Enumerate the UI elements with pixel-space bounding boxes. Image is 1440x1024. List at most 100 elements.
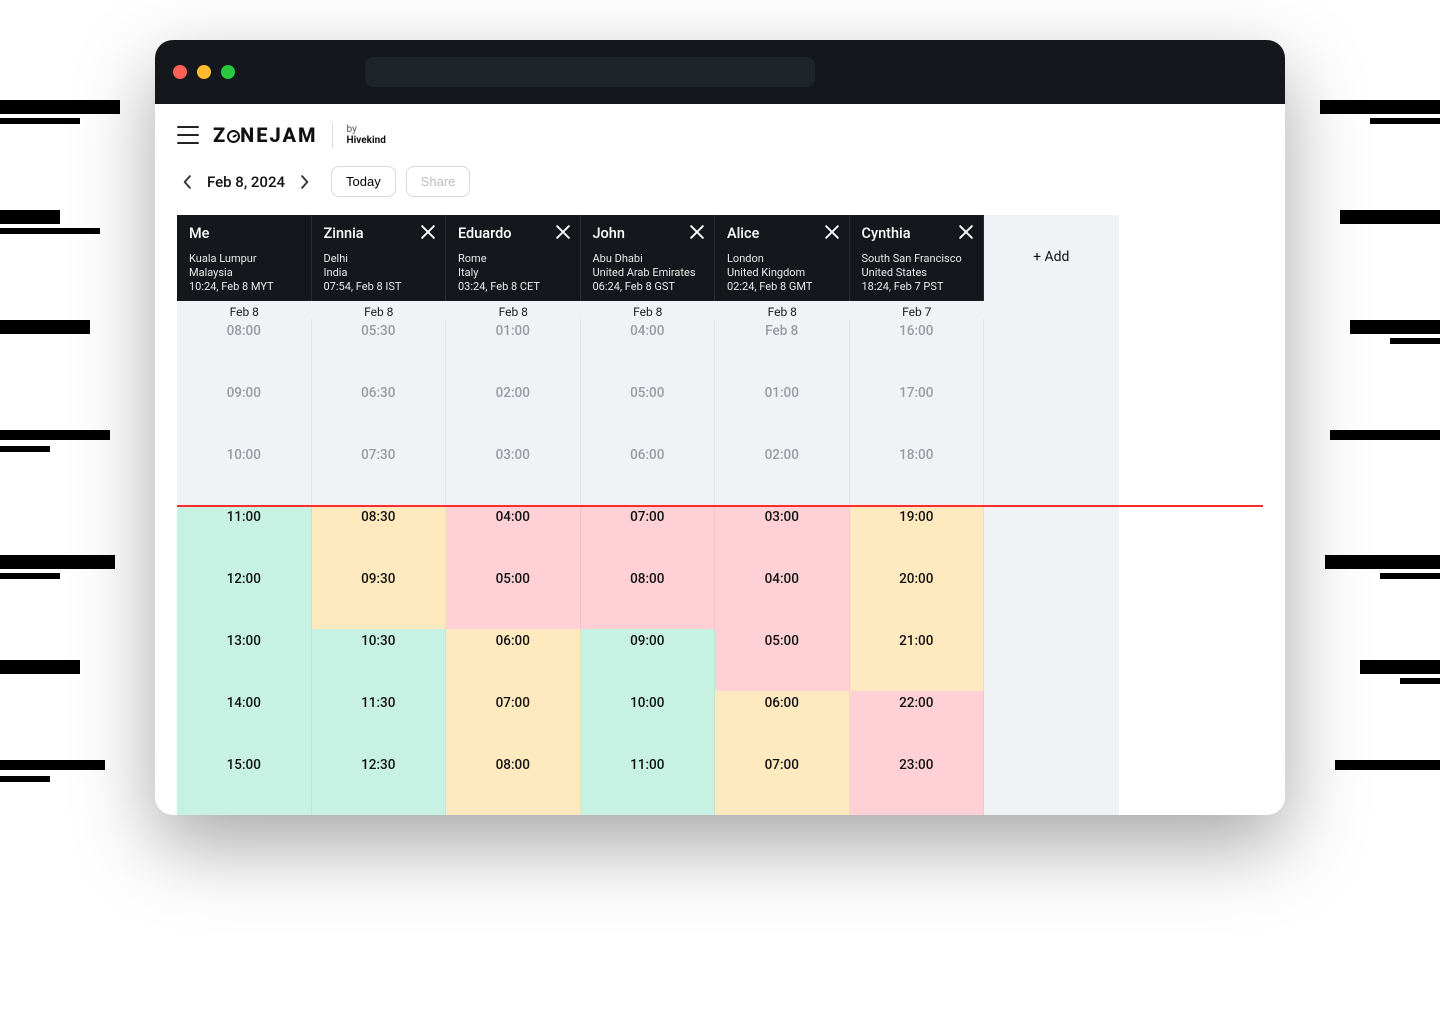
column-timestamp: 18:24, Feb 7 PST bbox=[862, 280, 972, 293]
app-bar: ZNEJAM by Hivekind bbox=[155, 104, 1285, 158]
time-slot[interactable]: 06:00 bbox=[581, 443, 716, 505]
time-slot[interactable]: Feb 8 bbox=[715, 319, 850, 381]
column-name: Eduardo bbox=[458, 225, 568, 242]
time-slot[interactable]: 22:00 bbox=[850, 691, 985, 753]
column-header: EduardoRomeItaly03:24, Feb 8 CET bbox=[446, 215, 581, 301]
time-slot[interactable]: 03:00 bbox=[446, 443, 581, 505]
column-slots: Feb 801:0002:0003:0004:0005:0006:0007:00 bbox=[715, 319, 850, 815]
time-slot[interactable]: 08:00 bbox=[581, 567, 716, 629]
time-slot[interactable]: 10:00 bbox=[581, 691, 716, 753]
time-slot[interactable]: 01:00 bbox=[715, 381, 850, 443]
time-slot[interactable]: 21:00 bbox=[850, 629, 985, 691]
column-city: Kuala Lumpur bbox=[189, 252, 299, 265]
time-slot[interactable]: 01:00 bbox=[446, 319, 581, 381]
next-day-button[interactable] bbox=[295, 172, 315, 192]
time-slot[interactable]: 09:30 bbox=[312, 567, 447, 629]
column-timestamp: 03:24, Feb 8 CET bbox=[458, 280, 568, 293]
column-country: United Kingdom bbox=[727, 266, 837, 279]
time-slot[interactable]: 02:00 bbox=[715, 443, 850, 505]
time-slot[interactable]: 11:00 bbox=[581, 753, 716, 815]
column-header: JohnAbu DhabiUnited Arab Emirates06:24, … bbox=[581, 215, 716, 301]
column-slots: 01:0002:0003:0004:0005:0006:0007:0008:00 bbox=[446, 319, 581, 815]
prev-day-button[interactable] bbox=[177, 172, 197, 192]
column-name: Alice bbox=[727, 225, 837, 242]
brand-text-b: NEJAM bbox=[240, 123, 317, 147]
column-header: Me Kuala LumpurMalaysia10:24, Feb 8 MYT bbox=[177, 215, 312, 301]
column-header: ZinniaDelhiIndia07:54, Feb 8 IST bbox=[312, 215, 447, 301]
window-minimize-dot[interactable] bbox=[197, 65, 211, 79]
time-slot[interactable]: 08:00 bbox=[177, 319, 312, 381]
column-name: Cynthia bbox=[862, 225, 972, 242]
time-slot[interactable]: 23:00 bbox=[850, 753, 985, 815]
timezone-column: MeKuala LumpurMalaysia10:24, Feb 8 MYTFe… bbox=[177, 215, 312, 815]
column-header: CynthiaSouth San FranciscoUnited States1… bbox=[850, 215, 985, 301]
column-country: United Arab Emirates bbox=[593, 266, 703, 279]
close-icon[interactable] bbox=[690, 224, 704, 238]
time-slot[interactable]: 12:30 bbox=[312, 753, 447, 815]
add-column: + Add bbox=[984, 215, 1119, 815]
chevron-right-icon bbox=[300, 175, 310, 189]
time-slot[interactable]: 10:30 bbox=[312, 629, 447, 691]
column-country: Malaysia bbox=[189, 266, 299, 279]
time-slot[interactable]: 08:00 bbox=[446, 753, 581, 815]
time-slot[interactable]: 11:00 bbox=[177, 505, 312, 567]
close-icon[interactable] bbox=[959, 224, 973, 238]
column-slots: 04:0005:0006:0007:0008:0009:0010:0011:00 bbox=[581, 319, 716, 815]
window-close-dot[interactable] bbox=[173, 65, 187, 79]
chevron-left-icon bbox=[182, 175, 192, 189]
add-timezone-button[interactable]: + Add bbox=[1033, 249, 1069, 265]
hamburger-icon[interactable] bbox=[177, 126, 199, 144]
time-slot[interactable]: 09:00 bbox=[581, 629, 716, 691]
time-slot[interactable]: 04:00 bbox=[581, 319, 716, 381]
time-slot[interactable]: 19:00 bbox=[850, 505, 985, 567]
column-name: Me bbox=[189, 225, 299, 242]
time-slot[interactable]: 17:00 bbox=[850, 381, 985, 443]
time-slot[interactable]: 07:00 bbox=[446, 691, 581, 753]
time-slot[interactable]: 20:00 bbox=[850, 567, 985, 629]
close-icon[interactable] bbox=[421, 224, 435, 238]
window-titlebar bbox=[155, 40, 1285, 104]
time-slot[interactable]: 08:30 bbox=[312, 505, 447, 567]
time-slot[interactable]: 04:00 bbox=[446, 505, 581, 567]
column-city: Delhi bbox=[324, 252, 434, 265]
column-date-label: Feb 8 bbox=[715, 301, 850, 319]
column-country: United States bbox=[862, 266, 972, 279]
time-slot[interactable]: 05:00 bbox=[446, 567, 581, 629]
time-slot[interactable]: 16:00 bbox=[850, 319, 985, 381]
time-slot[interactable]: 18:00 bbox=[850, 443, 985, 505]
time-slot[interactable]: 10:00 bbox=[177, 443, 312, 505]
window-maximize-dot[interactable] bbox=[221, 65, 235, 79]
decoration-stripes-left bbox=[0, 0, 140, 1024]
time-slot[interactable]: 02:00 bbox=[446, 381, 581, 443]
time-slot[interactable]: 06:00 bbox=[446, 629, 581, 691]
time-slot[interactable]: 04:00 bbox=[715, 567, 850, 629]
time-slot[interactable]: 13:00 bbox=[177, 629, 312, 691]
byline-hivekind: Hivekind bbox=[347, 135, 386, 146]
column-city: London bbox=[727, 252, 837, 265]
time-slot[interactable]: 09:00 bbox=[177, 381, 312, 443]
url-bar[interactable] bbox=[365, 57, 815, 87]
close-icon[interactable] bbox=[825, 224, 839, 238]
close-icon[interactable] bbox=[556, 224, 570, 238]
column-timestamp: 02:24, Feb 8 GMT bbox=[727, 280, 837, 293]
time-slot[interactable]: 15:00 bbox=[177, 753, 312, 815]
brand-divider bbox=[332, 122, 333, 148]
time-slot[interactable]: 14:00 bbox=[177, 691, 312, 753]
time-slot[interactable]: 07:00 bbox=[581, 505, 716, 567]
time-slot[interactable]: 06:30 bbox=[312, 381, 447, 443]
time-slot[interactable]: 07:30 bbox=[312, 443, 447, 505]
app-window: ZNEJAM by Hivekind Feb 8, 2024 Today Sha… bbox=[155, 40, 1285, 815]
time-slot[interactable]: 05:00 bbox=[581, 381, 716, 443]
time-slot[interactable]: 12:00 bbox=[177, 567, 312, 629]
time-slot[interactable]: 05:00 bbox=[715, 629, 850, 691]
share-button[interactable]: Share bbox=[406, 166, 471, 197]
time-slot[interactable]: 06:00 bbox=[715, 691, 850, 753]
today-button[interactable]: Today bbox=[331, 166, 396, 197]
time-slot[interactable]: 03:00 bbox=[715, 505, 850, 567]
time-slot[interactable]: 11:30 bbox=[312, 691, 447, 753]
time-slot[interactable]: 05:30 bbox=[312, 319, 447, 381]
column-timestamp: 07:54, Feb 8 IST bbox=[324, 280, 434, 293]
column-timestamp: 10:24, Feb 8 MYT bbox=[189, 280, 299, 293]
timezone-column: JohnAbu DhabiUnited Arab Emirates06:24, … bbox=[581, 215, 716, 815]
time-slot[interactable]: 07:00 bbox=[715, 753, 850, 815]
